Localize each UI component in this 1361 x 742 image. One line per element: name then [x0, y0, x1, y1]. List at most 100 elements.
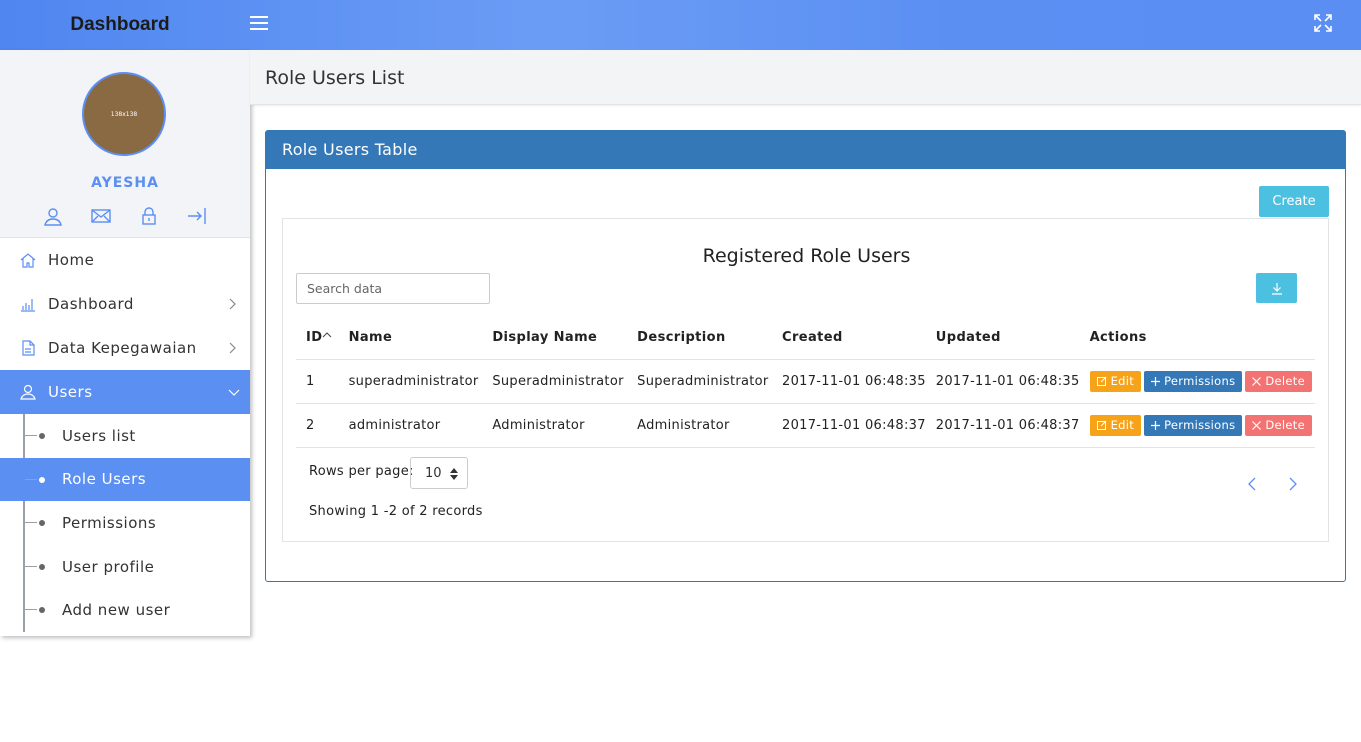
cell-created: 2017-11-01 06:48:37 [772, 403, 926, 448]
sidebar-item-dashboard[interactable]: Dashboard [0, 282, 250, 326]
pagination-prev-button[interactable] [1245, 476, 1259, 492]
cell-updated: 2017-11-01 06:48:37 [925, 403, 1080, 448]
column-header-name[interactable]: Name [338, 317, 483, 360]
submenu-item-add-new-user[interactable]: Add new user [0, 588, 250, 632]
records-summary: Showing 1 -2 of 2 records [309, 504, 483, 519]
sidebar-item-label: Home [48, 251, 95, 269]
table-header-row: ID Name Display Name Description Created… [296, 317, 1315, 360]
submenu-item-label: Permissions [62, 513, 157, 532]
tree-branch [25, 435, 37, 436]
bar-chart-icon [20, 296, 36, 312]
avatar-placeholder-text: 138x138 [110, 110, 138, 118]
page-header: Role Users List [250, 50, 1361, 105]
download-icon [1271, 282, 1282, 295]
edit-icon [1096, 420, 1106, 430]
submenu-item-label: Add new user [62, 601, 171, 620]
mail-icon[interactable] [90, 205, 112, 227]
pagination-next-button[interactable] [1286, 476, 1300, 492]
tree-branch [25, 522, 37, 524]
close-icon [1252, 420, 1262, 430]
sidebar-item-users[interactable]: Users [0, 370, 250, 414]
download-button[interactable] [1256, 273, 1297, 303]
delete-button[interactable]: Delete [1245, 414, 1312, 436]
sidebar-item-label: Users [48, 383, 93, 401]
submenu-item-user-profile[interactable]: User profile [0, 545, 250, 589]
user-icon[interactable] [42, 205, 64, 227]
delete-button[interactable]: Delete [1245, 370, 1312, 392]
chevron-right-icon [229, 342, 236, 354]
cell-created: 2017-11-01 06:48:35 [772, 359, 926, 404]
column-header-display-name[interactable]: Display Name [482, 317, 628, 360]
bullet-icon [39, 607, 45, 614]
sidebar: 138x138 AYESHA Home Dashboard Data Kepeg… [0, 50, 250, 636]
submenu-item-label: Users list [62, 426, 136, 445]
home-icon [20, 252, 36, 268]
permissions-button[interactable]: Permissions [1144, 414, 1243, 436]
bullet-icon [39, 520, 45, 527]
sidebar-item-label: Dashboard [48, 295, 134, 313]
cell-actions: Edit Permissions Delete [1079, 359, 1315, 404]
rows-per-page-value: 10 [425, 465, 442, 481]
permissions-button[interactable]: Permissions [1144, 370, 1243, 392]
plus-icon [1151, 420, 1161, 430]
sidebar-item-home[interactable]: Home [0, 238, 250, 282]
edit-button[interactable]: Edit [1089, 370, 1142, 392]
plus-icon [1151, 376, 1161, 386]
brand-title[interactable]: Dashboard [0, 0, 240, 50]
bullet-icon [39, 476, 45, 483]
bullet-icon [39, 433, 45, 439]
lock-icon[interactable] [138, 205, 160, 227]
logout-icon[interactable] [186, 205, 208, 227]
fullscreen-icon[interactable] [1313, 13, 1333, 33]
table-container: Registered Role Users ID Name Display Na… [282, 218, 1329, 542]
document-icon [20, 340, 36, 356]
cell-updated: 2017-11-01 06:48:35 [925, 359, 1080, 404]
tree-branch [25, 565, 37, 567]
table-row: 2 administrator Administrator Administra… [296, 403, 1315, 448]
edit-button[interactable]: Edit [1089, 414, 1142, 436]
create-button[interactable]: Create [1259, 186, 1329, 217]
submenu-item-permissions[interactable]: Permissions [0, 501, 250, 545]
top-bar: Dashboard [0, 0, 1361, 50]
panel-title: Role Users Table [266, 131, 1345, 169]
profile-name: AYESHA [91, 175, 159, 191]
submenu-item-role-users[interactable]: Role Users [0, 457, 250, 502]
chevron-right-icon [1289, 477, 1297, 491]
cell-actions: Edit Permissions Delete [1079, 403, 1315, 448]
cell-display-name: Superadministrator [482, 359, 628, 404]
column-header-actions: Actions [1079, 317, 1315, 360]
table-row: 1 superadministrator Superadministrator … [296, 359, 1315, 404]
cell-id: 2 [296, 403, 339, 448]
page-title: Role Users List [265, 67, 405, 89]
rows-per-page-label: Rows per page: [309, 464, 414, 479]
column-header-updated[interactable]: Updated [925, 317, 1080, 360]
chevron-down-icon [228, 389, 240, 396]
sidebar-item-data-kepegawaian[interactable]: Data Kepegawaian [0, 326, 250, 370]
tree-branch [25, 478, 37, 480]
submenu-item-label: Role Users [62, 470, 147, 489]
cell-description: Administrator [627, 403, 772, 448]
chevron-left-icon [1248, 477, 1256, 491]
profile-panel: 138x138 AYESHA [0, 50, 250, 238]
role-users-table: ID Name Display Name Description Created… [296, 317, 1315, 448]
close-icon [1252, 376, 1262, 386]
menu-toggle-icon[interactable] [250, 16, 268, 32]
search-input[interactable] [296, 273, 490, 304]
bullet-icon [39, 563, 45, 570]
cell-name: administrator [338, 403, 483, 448]
submenu-item-users-list[interactable]: Users list [0, 414, 250, 458]
cell-description: Superadministrator [627, 359, 772, 404]
cell-id: 1 [296, 359, 339, 404]
edit-icon [1096, 376, 1106, 386]
column-header-id[interactable]: ID [296, 317, 339, 360]
cell-name: superadministrator [338, 359, 483, 404]
column-header-description[interactable]: Description [627, 317, 772, 360]
rows-per-page-select[interactable]: 10 [410, 457, 468, 489]
column-header-created[interactable]: Created [772, 317, 926, 360]
table-title: Registered Role Users [702, 245, 911, 267]
cell-display-name: Administrator [482, 403, 628, 448]
tree-branch [25, 609, 37, 611]
avatar[interactable]: 138x138 [82, 72, 166, 156]
sort-asc-icon[interactable] [322, 330, 332, 340]
sidebar-item-label: Data Kepegawaian [48, 339, 197, 357]
